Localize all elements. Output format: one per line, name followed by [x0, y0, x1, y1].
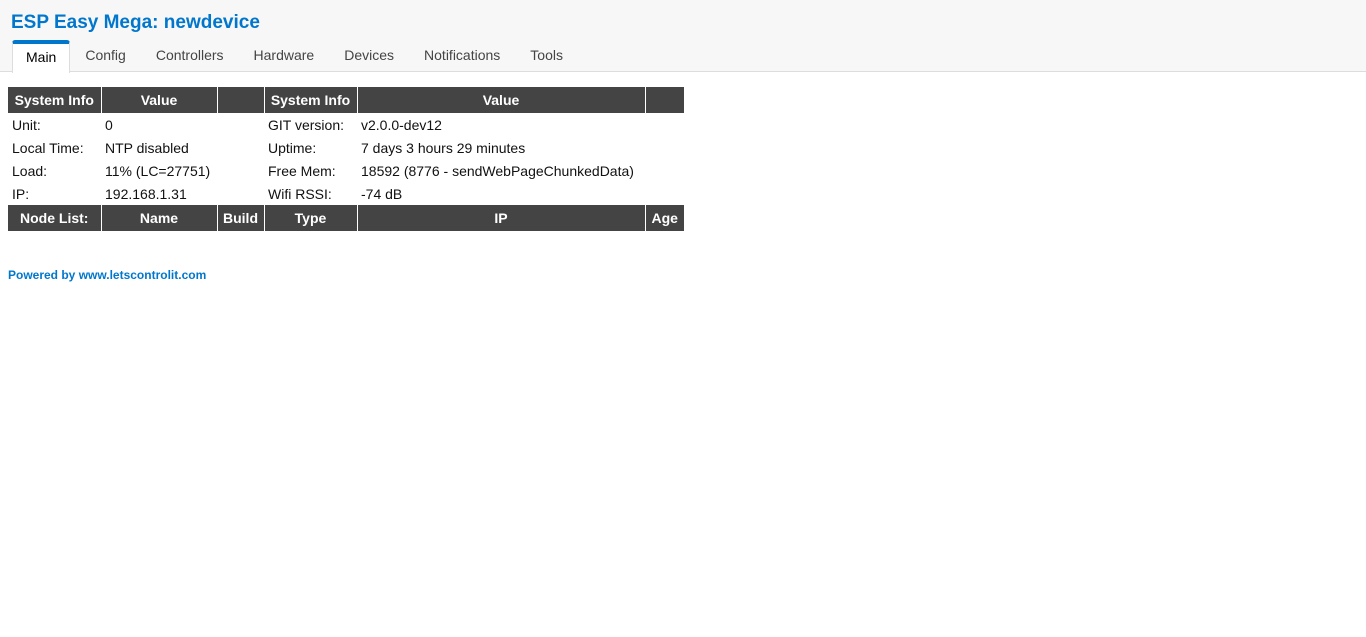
- col-header-build: Build: [217, 205, 265, 231]
- info-label: Uptime:: [268, 139, 317, 156]
- col-header-value-2: Value: [357, 87, 646, 113]
- info-label: Free Mem:: [268, 162, 336, 179]
- col-header-blank-2: [645, 87, 684, 113]
- info-value: v2.0.0-dev12: [361, 116, 442, 133]
- system-info-header-row: System Info Value System Info Value: [8, 87, 684, 113]
- tab-controllers[interactable]: Controllers: [141, 40, 239, 72]
- powered-by-link[interactable]: Powered by www.letscontrolit.com: [8, 268, 206, 282]
- info-value: 11% (LC=27751): [105, 162, 211, 179]
- page-title: ESP Easy Mega: newdevice: [11, 12, 260, 33]
- col-header-blank-1: [217, 87, 265, 113]
- tab-tools[interactable]: Tools: [515, 40, 578, 72]
- table-row: Load: 11% (LC=27751) Free Mem: 18592 (87…: [8, 159, 684, 182]
- table-row: Local Time: NTP disabled Uptime: 7 days …: [8, 136, 684, 159]
- col-header-node-list: Node List:: [8, 205, 102, 231]
- info-label: Wifi RSSI:: [268, 185, 332, 202]
- tab-devices[interactable]: Devices: [329, 40, 409, 72]
- info-label: IP:: [12, 185, 30, 202]
- info-value: 0: [105, 116, 113, 133]
- col-header-age: Age: [645, 205, 684, 231]
- table-row: IP: 192.168.1.31 Wifi RSSI: -74 dB: [8, 182, 684, 205]
- info-label: Unit:: [12, 116, 41, 133]
- col-header-ip: IP: [357, 205, 646, 231]
- tab-notifications[interactable]: Notifications: [409, 40, 515, 72]
- info-label: Local Time:: [12, 139, 84, 156]
- col-header-type: Type: [264, 205, 358, 231]
- info-value: 18592 (8776 - sendWebPageChunkedData): [361, 162, 634, 179]
- info-label: Load:: [12, 162, 48, 179]
- col-header-system-info-1: System Info: [8, 87, 102, 113]
- info-value: -74 dB: [361, 185, 403, 202]
- tab-hardware[interactable]: Hardware: [239, 40, 330, 72]
- top-header: ESP Easy Mega: newdevice Main Config Con…: [0, 0, 1366, 73]
- tab-main[interactable]: Main: [12, 40, 71, 73]
- tab-bar: Main Config Controllers Hardware Devices…: [12, 40, 578, 73]
- col-header-name: Name: [101, 205, 218, 231]
- system-info-table: System Info Value System Info Value Unit…: [8, 87, 684, 231]
- info-value: 7 days 3 hours 29 minutes: [361, 139, 526, 156]
- info-label: GIT version:: [268, 116, 344, 133]
- col-header-value-1: Value: [101, 87, 218, 113]
- info-value: NTP disabled: [105, 139, 189, 156]
- tab-config[interactable]: Config: [70, 40, 140, 72]
- node-list-header-row: Node List: Name Build Type IP Age: [8, 205, 684, 231]
- info-value: 192.168.1.31: [105, 185, 187, 202]
- col-header-system-info-2: System Info: [264, 87, 358, 113]
- table-row: Unit: 0 GIT version: v2.0.0-dev12: [8, 113, 684, 136]
